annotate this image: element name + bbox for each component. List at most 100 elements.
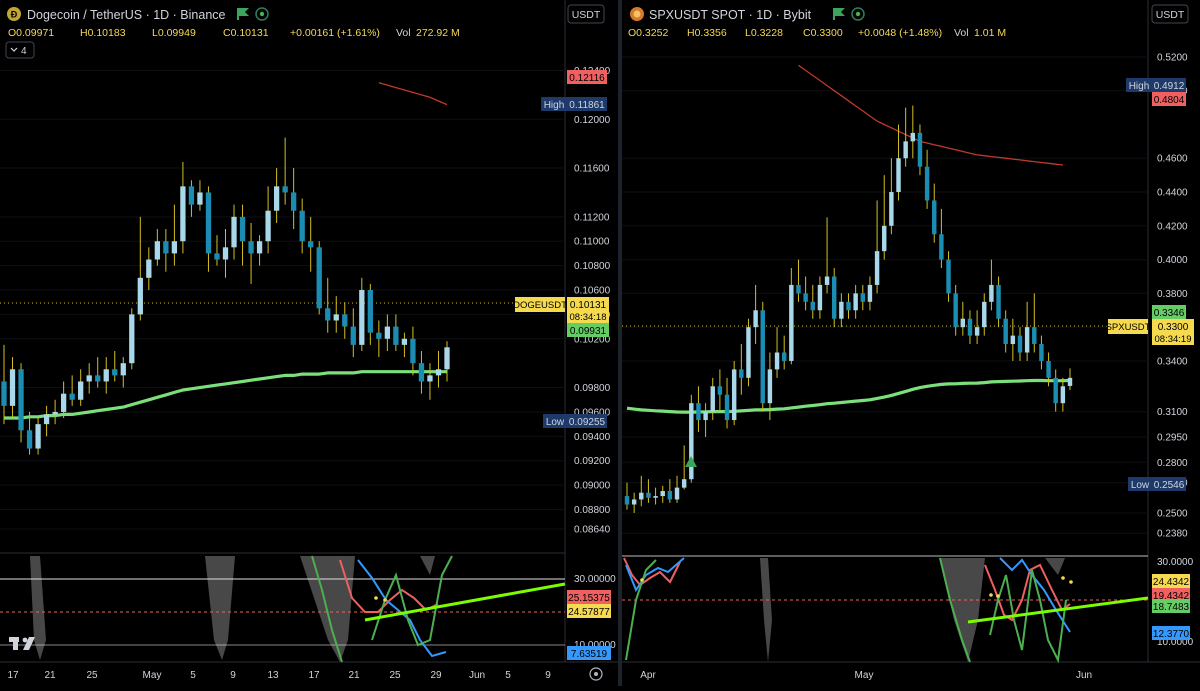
candle-body [1, 381, 7, 406]
time-axis-label: 25 [86, 670, 98, 681]
candle-body [653, 496, 658, 498]
candle[interactable] [316, 241, 322, 315]
candle[interactable] [689, 394, 694, 483]
candle[interactable] [831, 268, 837, 328]
left-currency-button[interactable]: USDT [567, 4, 605, 24]
price-axis-label: 0.10600 [574, 286, 611, 297]
price-axis-label: 0.12000 [574, 115, 611, 126]
candle-body [291, 192, 297, 211]
candle-body [946, 259, 951, 294]
candle-body [256, 241, 263, 254]
right-osc-dot-2 [996, 594, 1000, 598]
candle-body [342, 314, 348, 327]
candle-body [435, 369, 442, 376]
left-low: L0.09949 [152, 27, 196, 39]
time-axis-label: 25 [389, 670, 401, 681]
candle-body [724, 394, 730, 421]
right-high-value: 0.4912 [1154, 81, 1185, 92]
time-axis-label: Jun [1076, 670, 1092, 681]
right-osc-level-30-label: 30.0000 [1157, 557, 1194, 568]
candle-body [1032, 327, 1037, 345]
time-axis-label: 17 [7, 670, 19, 681]
candle-body [308, 241, 314, 248]
candle-body [860, 293, 866, 302]
right-osc-green-value: 18.7483 [1153, 602, 1190, 613]
left-volume: 272.92 M [416, 27, 460, 39]
candle-body [710, 386, 715, 412]
candle-body [9, 369, 16, 406]
candle-body [1024, 327, 1030, 353]
time-axis-label: 5 [505, 670, 511, 681]
price-axis-label: 0.4400 [1157, 188, 1188, 199]
collapse-indicators-button[interactable]: 4 [5, 41, 35, 59]
right-last-price: 0.3300 [1158, 322, 1189, 333]
candle-body [163, 241, 169, 254]
right-symbol-title[interactable]: SPXUSDT SPOT · 1D · Bybit [649, 8, 812, 22]
right-high: H0.3356 [687, 27, 727, 39]
candle-body [95, 375, 101, 382]
left-close: C0.10131 [223, 27, 269, 39]
candle-body [427, 375, 433, 382]
candle-body [817, 284, 823, 311]
price-axis-label: 0.2500 [1157, 508, 1188, 519]
right-panel: SPXUSDT SPOT · 1D · Bybit O0.3252 H0.335… [622, 0, 1200, 686]
candle-body [974, 327, 980, 336]
candle-body [689, 403, 694, 480]
spx-coin-icon-inner [633, 10, 641, 18]
candle-body [731, 369, 737, 421]
panels-divider[interactable] [618, 0, 622, 686]
candle-body [86, 375, 92, 382]
left-symbol-title[interactable]: Dogecoin / TetherUS · 1D · Binance [27, 8, 226, 22]
price-axis-label: 0.3400 [1157, 356, 1188, 367]
time-axis-label: May [143, 670, 162, 681]
candle-body [803, 293, 808, 302]
price-axis-label: 0.08800 [574, 505, 611, 516]
price-axis-label: 0.2380 [1157, 529, 1188, 540]
candle-body [867, 284, 873, 302]
time-axis-label: 9 [230, 670, 236, 681]
right-osc-dot-3 [1061, 576, 1065, 580]
candle-body [646, 492, 651, 498]
candle-body [896, 158, 901, 193]
left-last-price: 0.10131 [570, 300, 607, 311]
left-high: H0.10183 [80, 27, 126, 39]
candle-body [69, 393, 75, 400]
candle-body [967, 318, 973, 336]
candle-body [60, 393, 67, 412]
candle-body [1060, 386, 1066, 404]
candle[interactable] [129, 308, 135, 370]
candle-body [239, 216, 246, 242]
left-low-value: 0.09255 [569, 417, 606, 428]
candle-body [273, 186, 280, 211]
candle-body [624, 496, 630, 505]
candle[interactable] [760, 301, 765, 412]
candle-body [197, 192, 203, 205]
price-axis-label: 0.08640 [574, 525, 611, 536]
screen: Ð Dogecoin / TetherUS · 1D · Binance O0.… [0, 0, 1200, 686]
candle-body [180, 186, 186, 242]
right-currency-button[interactable]: USDT [1151, 4, 1189, 24]
candle-body [960, 318, 966, 328]
time-axis-label: 5 [190, 670, 196, 681]
price-axis-label: 0.5200 [1157, 52, 1188, 63]
candle-body [35, 424, 41, 449]
left-low-label: Low [546, 417, 565, 428]
candle-body [796, 284, 801, 294]
candle-body [137, 277, 143, 315]
right-change: +0.0048 (+1.48%) [858, 27, 942, 39]
candle-body [631, 499, 637, 505]
candle-body [989, 284, 994, 302]
candle[interactable] [746, 318, 751, 387]
candle-body [376, 332, 382, 339]
indicator-count: 4 [21, 46, 27, 57]
candle-body [839, 301, 844, 319]
candle[interactable] [731, 360, 737, 426]
time-axis-label: Apr [640, 670, 656, 681]
left-osc-level-30-label: 30.00000 [574, 574, 616, 585]
candle-body [681, 479, 687, 488]
candle-body [660, 491, 665, 497]
candle-body [43, 414, 50, 425]
candle-body [824, 276, 830, 285]
candle-body [932, 200, 937, 235]
candle-body [760, 310, 765, 404]
